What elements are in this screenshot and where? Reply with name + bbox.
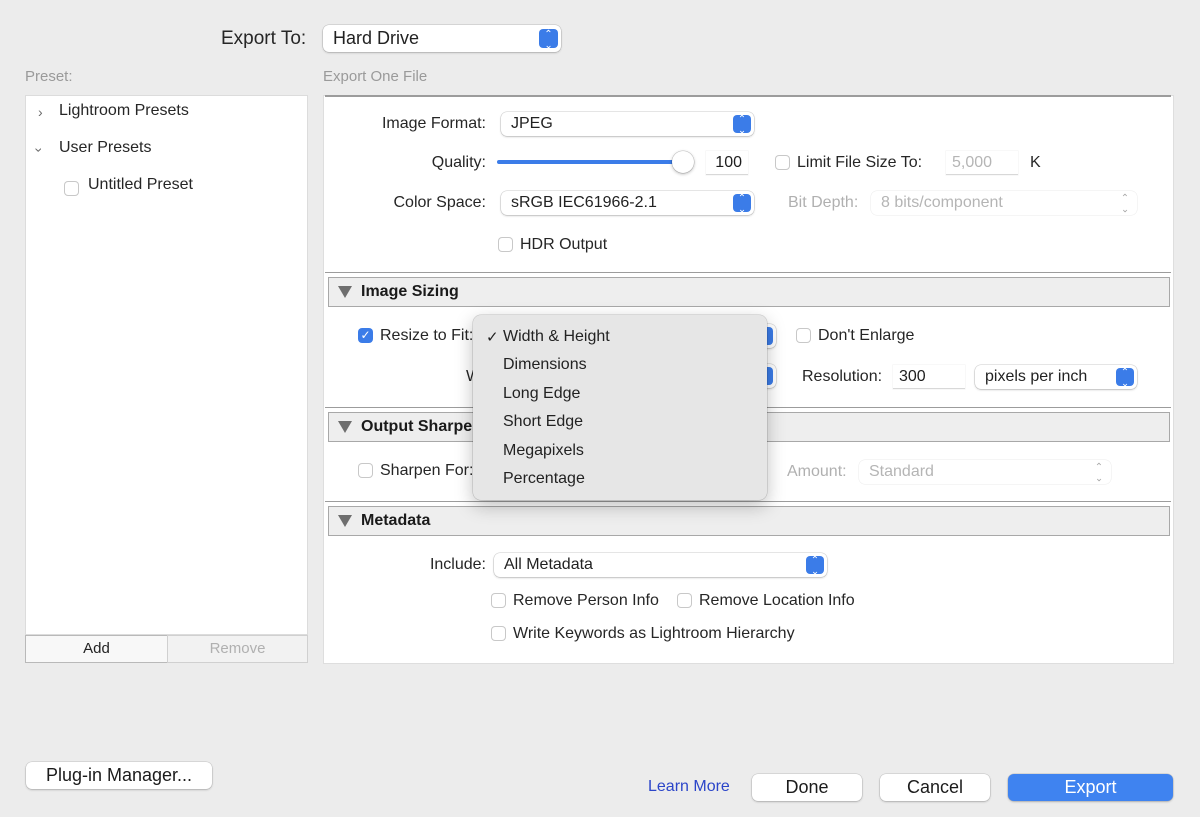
amount-label: Amount: bbox=[787, 463, 847, 480]
resolution-label: Resolution: bbox=[802, 368, 883, 385]
export-button[interactable]: Export bbox=[1008, 774, 1173, 801]
export-to-select[interactable]: Hard Drive ⌃ ⌃ bbox=[323, 25, 561, 52]
resize-mode-menu[interactable]: ✓ Width & Height Dimensions Long Edge Sh… bbox=[473, 315, 767, 500]
disclosure-triangle-icon bbox=[338, 515, 352, 527]
hdr-output-checkbox[interactable] bbox=[498, 237, 513, 252]
metadata-header[interactable]: Metadata bbox=[328, 506, 1170, 536]
learn-more-link[interactable]: Learn More bbox=[648, 778, 730, 796]
remove-location-info-label: Remove Location Info bbox=[699, 592, 855, 609]
resolution-input[interactable]: 300 bbox=[893, 365, 965, 389]
export-subtitle: Export One File bbox=[323, 68, 428, 85]
plugin-manager-button[interactable]: Plug-in Manager... bbox=[26, 762, 212, 789]
done-button[interactable]: Done bbox=[752, 774, 862, 801]
limit-unit-label: K bbox=[1030, 154, 1041, 171]
color-space-select[interactable]: sRGB IEC61966-2.1 ⌃ ⌃ bbox=[501, 191, 754, 215]
preset-label: Preset: bbox=[25, 68, 73, 85]
untitled-preset-checkbox[interactable] bbox=[64, 181, 79, 196]
stepper-icon: ⌃⌃ bbox=[806, 556, 824, 575]
quality-slider-thumb[interactable] bbox=[672, 151, 694, 173]
menu-item-dimensions[interactable]: Dimensions bbox=[503, 356, 587, 374]
disclosure-triangle-icon bbox=[338, 421, 352, 433]
bit-depth-value: 8 bits/component bbox=[881, 194, 1003, 211]
chevron-down-icon[interactable]: › bbox=[31, 148, 47, 153]
export-to-label: Export To: bbox=[221, 28, 307, 49]
color-space-label: Color Space: bbox=[393, 194, 487, 211]
quality-slider-track[interactable] bbox=[497, 160, 677, 164]
stepper-icon: ⌃⌃ bbox=[733, 194, 751, 213]
stepper-icon: ⌃⌃ bbox=[733, 115, 751, 134]
preset-list[interactable]: › Lightroom Presets › User Presets Untit… bbox=[25, 95, 308, 635]
limit-file-size-input[interactable]: 5,000 bbox=[946, 151, 1018, 175]
write-keywords-label: Write Keywords as Lightroom Hierarchy bbox=[513, 625, 795, 642]
preset-folder-lightroom[interactable]: Lightroom Presets bbox=[59, 102, 189, 120]
quality-label: Quality: bbox=[431, 154, 486, 171]
stepper-icon: ⌃⌃ bbox=[1094, 462, 1104, 483]
bit-depth-select[interactable]: 8 bits/component ⌃ ⌃ bbox=[871, 191, 1137, 215]
menu-item-long-edge[interactable]: Long Edge bbox=[503, 385, 580, 403]
divider bbox=[325, 272, 1171, 273]
resolution-unit-value: pixels per inch bbox=[985, 368, 1088, 385]
image-format-value: JPEG bbox=[511, 115, 553, 132]
menu-item-short-edge[interactable]: Short Edge bbox=[503, 413, 583, 431]
limit-file-size-checkbox[interactable] bbox=[775, 155, 790, 170]
limit-file-size-label: Limit File Size To: bbox=[797, 154, 923, 171]
export-to-value: Hard Drive bbox=[333, 28, 420, 48]
metadata-title: Metadata bbox=[361, 512, 431, 529]
color-space-value: sRGB IEC61966-2.1 bbox=[511, 194, 657, 211]
sharpen-for-label: Sharpen For: bbox=[380, 462, 474, 479]
remove-person-info-label: Remove Person Info bbox=[513, 592, 659, 609]
amount-select[interactable]: Standard ⌃ ⌃ bbox=[859, 460, 1111, 484]
include-select[interactable]: All Metadata ⌃ ⌃ bbox=[494, 553, 827, 577]
menu-item-width-height[interactable]: ✓ Width & Height bbox=[486, 328, 610, 346]
add-preset-button[interactable]: Add bbox=[25, 635, 168, 663]
cancel-button[interactable]: Cancel bbox=[880, 774, 990, 801]
resize-to-fit-checkbox[interactable]: ✓ bbox=[358, 328, 373, 343]
output-sharpening-title: Output Sharpe bbox=[361, 418, 473, 435]
remove-location-info-checkbox[interactable] bbox=[677, 593, 692, 608]
hdr-output-label: HDR Output bbox=[520, 236, 608, 253]
dont-enlarge-label: Don't Enlarge bbox=[818, 327, 915, 344]
divider bbox=[325, 95, 1171, 97]
amount-value: Standard bbox=[869, 463, 934, 480]
menu-item-megapixels[interactable]: Megapixels bbox=[503, 442, 584, 460]
sharpen-for-checkbox[interactable] bbox=[358, 463, 373, 478]
resize-to-fit-label: Resize to Fit: bbox=[380, 327, 474, 344]
preset-folder-user[interactable]: User Presets bbox=[59, 139, 151, 157]
menu-item-percentage[interactable]: Percentage bbox=[503, 470, 585, 488]
preset-untitled[interactable]: Untitled Preset bbox=[88, 176, 193, 194]
remove-preset-button[interactable]: Remove bbox=[167, 635, 308, 663]
quality-input[interactable]: 100 bbox=[706, 151, 748, 175]
include-value: All Metadata bbox=[504, 556, 593, 573]
dont-enlarge-checkbox[interactable] bbox=[796, 328, 811, 343]
include-label: Include: bbox=[429, 556, 486, 573]
stepper-icon: ⌃⌃ bbox=[539, 29, 558, 49]
stepper-icon: ⌃⌃ bbox=[1116, 368, 1134, 387]
resolution-unit-select[interactable]: pixels per inch ⌃ ⌃ bbox=[975, 365, 1137, 389]
image-format-label: Image Format: bbox=[381, 115, 486, 132]
image-sizing-title: Image Sizing bbox=[361, 283, 459, 300]
write-keywords-checkbox[interactable] bbox=[491, 626, 506, 641]
image-format-select[interactable]: JPEG ⌃ ⌃ bbox=[501, 112, 754, 136]
bit-depth-label: Bit Depth: bbox=[788, 194, 859, 211]
disclosure-triangle-icon bbox=[338, 286, 352, 298]
remove-person-info-checkbox[interactable] bbox=[491, 593, 506, 608]
image-sizing-header[interactable]: Image Sizing bbox=[328, 277, 1170, 307]
divider bbox=[325, 501, 1171, 502]
checkmark-icon: ✓ bbox=[486, 329, 499, 346]
chevron-right-icon[interactable]: › bbox=[38, 104, 43, 120]
stepper-icon: ⌃⌃ bbox=[1120, 193, 1130, 214]
